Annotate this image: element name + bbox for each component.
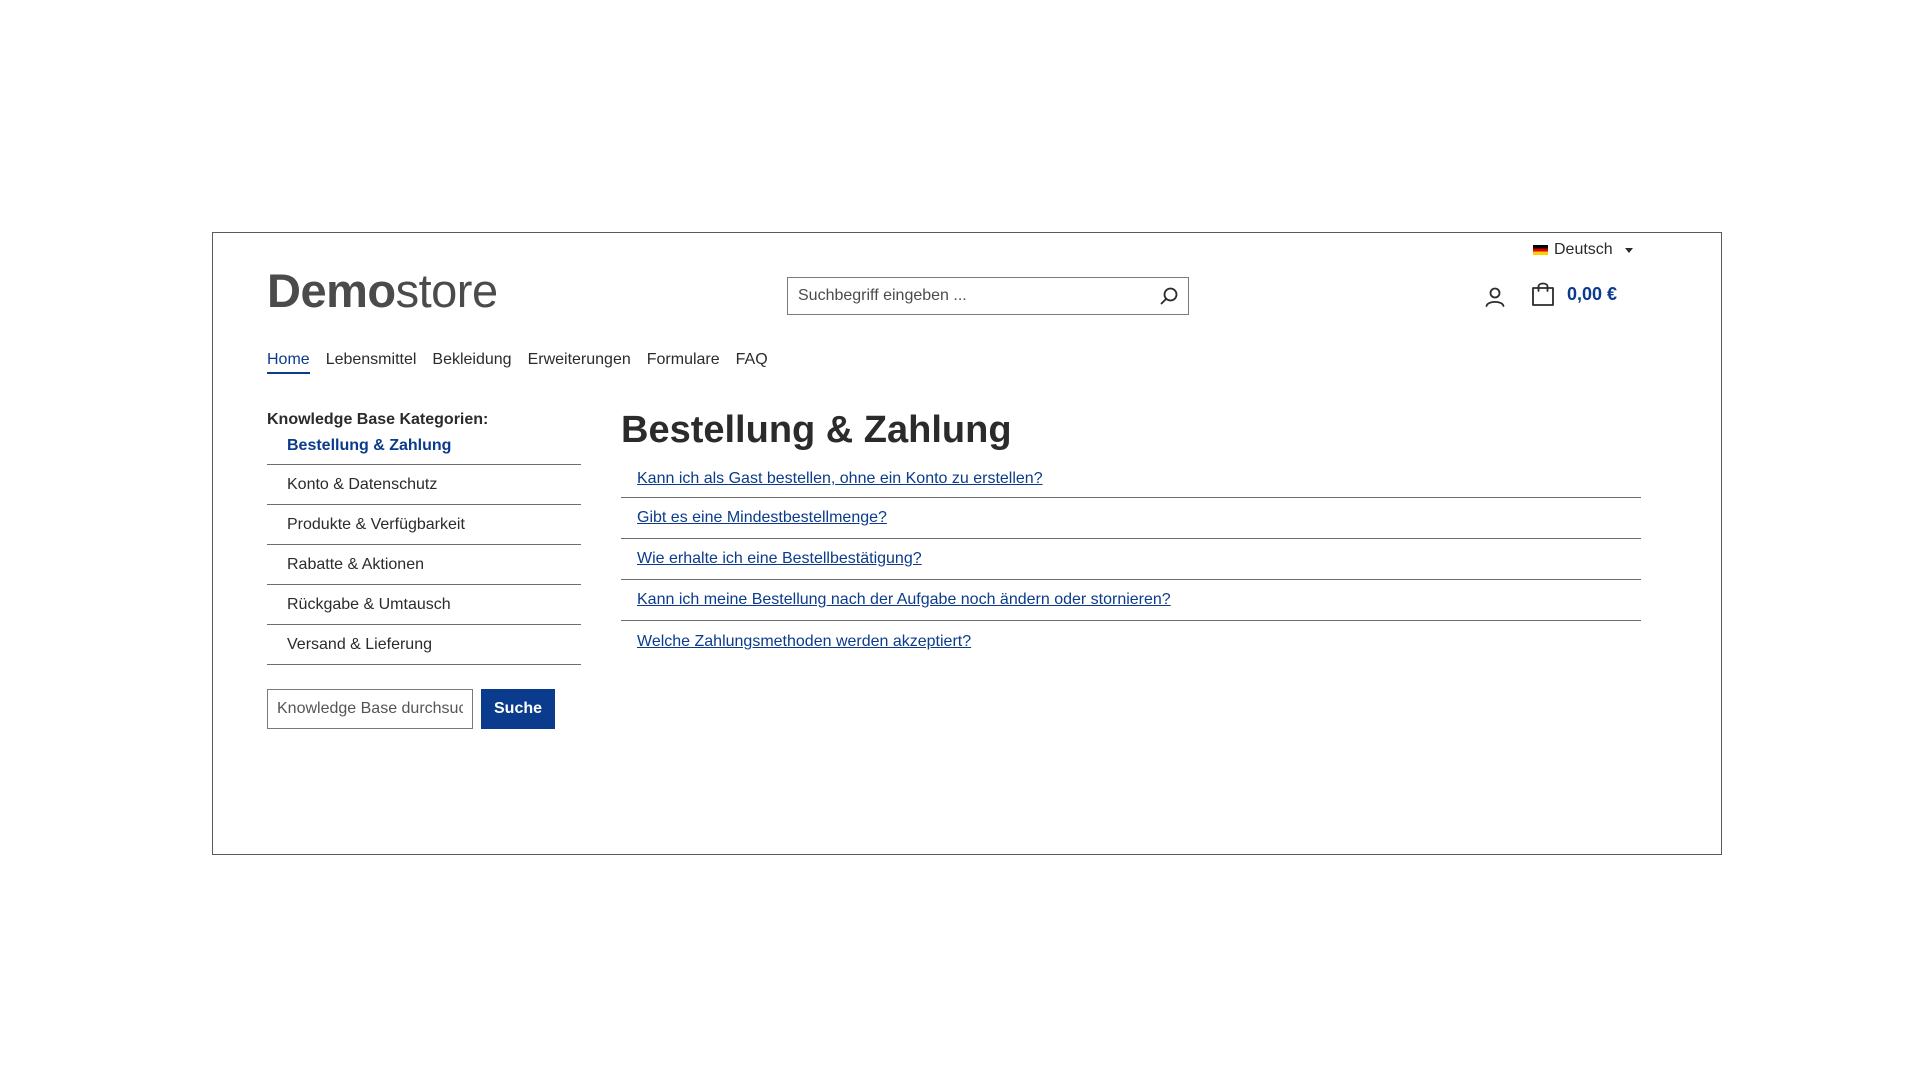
- category-item-rueckgabe-umtausch[interactable]: Rückgabe & Umtausch: [267, 585, 581, 625]
- faq-item: Kann ich als Gast bestellen, ohne ein Ko…: [621, 468, 1641, 498]
- faq-question-link[interactable]: Wie erhalte ich eine Bestellbestätigung?: [637, 550, 922, 568]
- faq-list: Kann ich als Gast bestellen, ohne ein Ko…: [621, 468, 1641, 662]
- faq-item: Welche Zahlungsmethoden werden akzeptier…: [621, 621, 1641, 662]
- sidebar-heading: Knowledge Base Kategorien:: [267, 411, 489, 428]
- nav-item-lebensmittel[interactable]: Lebensmittel: [326, 351, 417, 374]
- category-item-produkte-verfuegbarkeit[interactable]: Produkte & Verfügbarkeit: [267, 505, 581, 545]
- header-search: [787, 277, 1189, 315]
- language-label: Deutsch: [1554, 241, 1613, 258]
- page-frame: Deutsch Demostore 0,00 € Home Lebensmitt…: [212, 232, 1722, 855]
- user-icon: [1485, 287, 1505, 307]
- faq-question-link[interactable]: Kann ich meine Bestellung nach der Aufga…: [637, 591, 1171, 609]
- nav-item-faq[interactable]: FAQ: [736, 351, 768, 374]
- search-icon: [1160, 287, 1178, 305]
- nav-item-bekleidung[interactable]: Bekleidung: [432, 351, 511, 374]
- nav-item-home[interactable]: Home: [267, 351, 310, 374]
- search-button[interactable]: [1150, 278, 1188, 314]
- shopping-bag-icon: [1532, 282, 1554, 306]
- page-title: Bestellung & Zahlung: [621, 409, 1012, 451]
- knowledge-base-sidebar: Knowledge Base Kategorien: Bestellung & …: [267, 411, 581, 729]
- category-item-bestellung-zahlung[interactable]: Bestellung & Zahlung: [267, 435, 581, 465]
- category-item-versand-lieferung[interactable]: Versand & Lieferung: [267, 625, 581, 665]
- faq-question-link[interactable]: Kann ich als Gast bestellen, ohne ein Ko…: [637, 470, 1043, 488]
- cart-total: 0,00 €: [1567, 283, 1618, 304]
- faq-question-link[interactable]: Gibt es eine Mindestbestellmenge?: [637, 509, 887, 527]
- faq-item: Kann ich meine Bestellung nach der Aufga…: [621, 580, 1641, 621]
- logo-light: store: [395, 264, 499, 317]
- nav-item-formulare[interactable]: Formulare: [647, 351, 720, 374]
- logo-bold: Demo: [267, 264, 396, 317]
- search-input[interactable]: [788, 287, 1150, 305]
- chevron-down-icon: [1624, 247, 1633, 253]
- knowledge-base-search: Suche: [267, 689, 581, 729]
- category-item-rabatte-aktionen[interactable]: Rabatte & Aktionen: [267, 545, 581, 585]
- knowledge-base-search-input[interactable]: [267, 689, 473, 729]
- faq-item: Gibt es eine Mindestbestellmenge?: [621, 498, 1641, 539]
- main-navigation: Home Lebensmittel Bekleidung Erweiterung…: [267, 351, 768, 374]
- knowledge-base-search-button[interactable]: Suche: [481, 689, 556, 729]
- faq-question-link[interactable]: Welche Zahlungsmethoden werden akzeptier…: [637, 633, 971, 651]
- category-item-konto-datenschutz[interactable]: Konto & Datenschutz: [267, 465, 581, 505]
- faq-content: Bestellung & Zahlung Kann ich als Gast b…: [621, 409, 1641, 662]
- category-list: Bestellung & Zahlung Konto & Datenschutz…: [267, 435, 581, 665]
- faq-item: Wie erhalte ich eine Bestellbestätigung?: [621, 539, 1641, 580]
- germany-flag-icon: [1533, 245, 1548, 255]
- language-switcher[interactable]: Deutsch: [1533, 241, 1633, 259]
- nav-item-erweiterungen[interactable]: Erweiterungen: [528, 351, 631, 374]
- cart-button[interactable]: 0,00 €: [1531, 281, 1617, 307]
- account-button[interactable]: [1483, 285, 1507, 309]
- logo[interactable]: Demostore: [267, 267, 498, 314]
